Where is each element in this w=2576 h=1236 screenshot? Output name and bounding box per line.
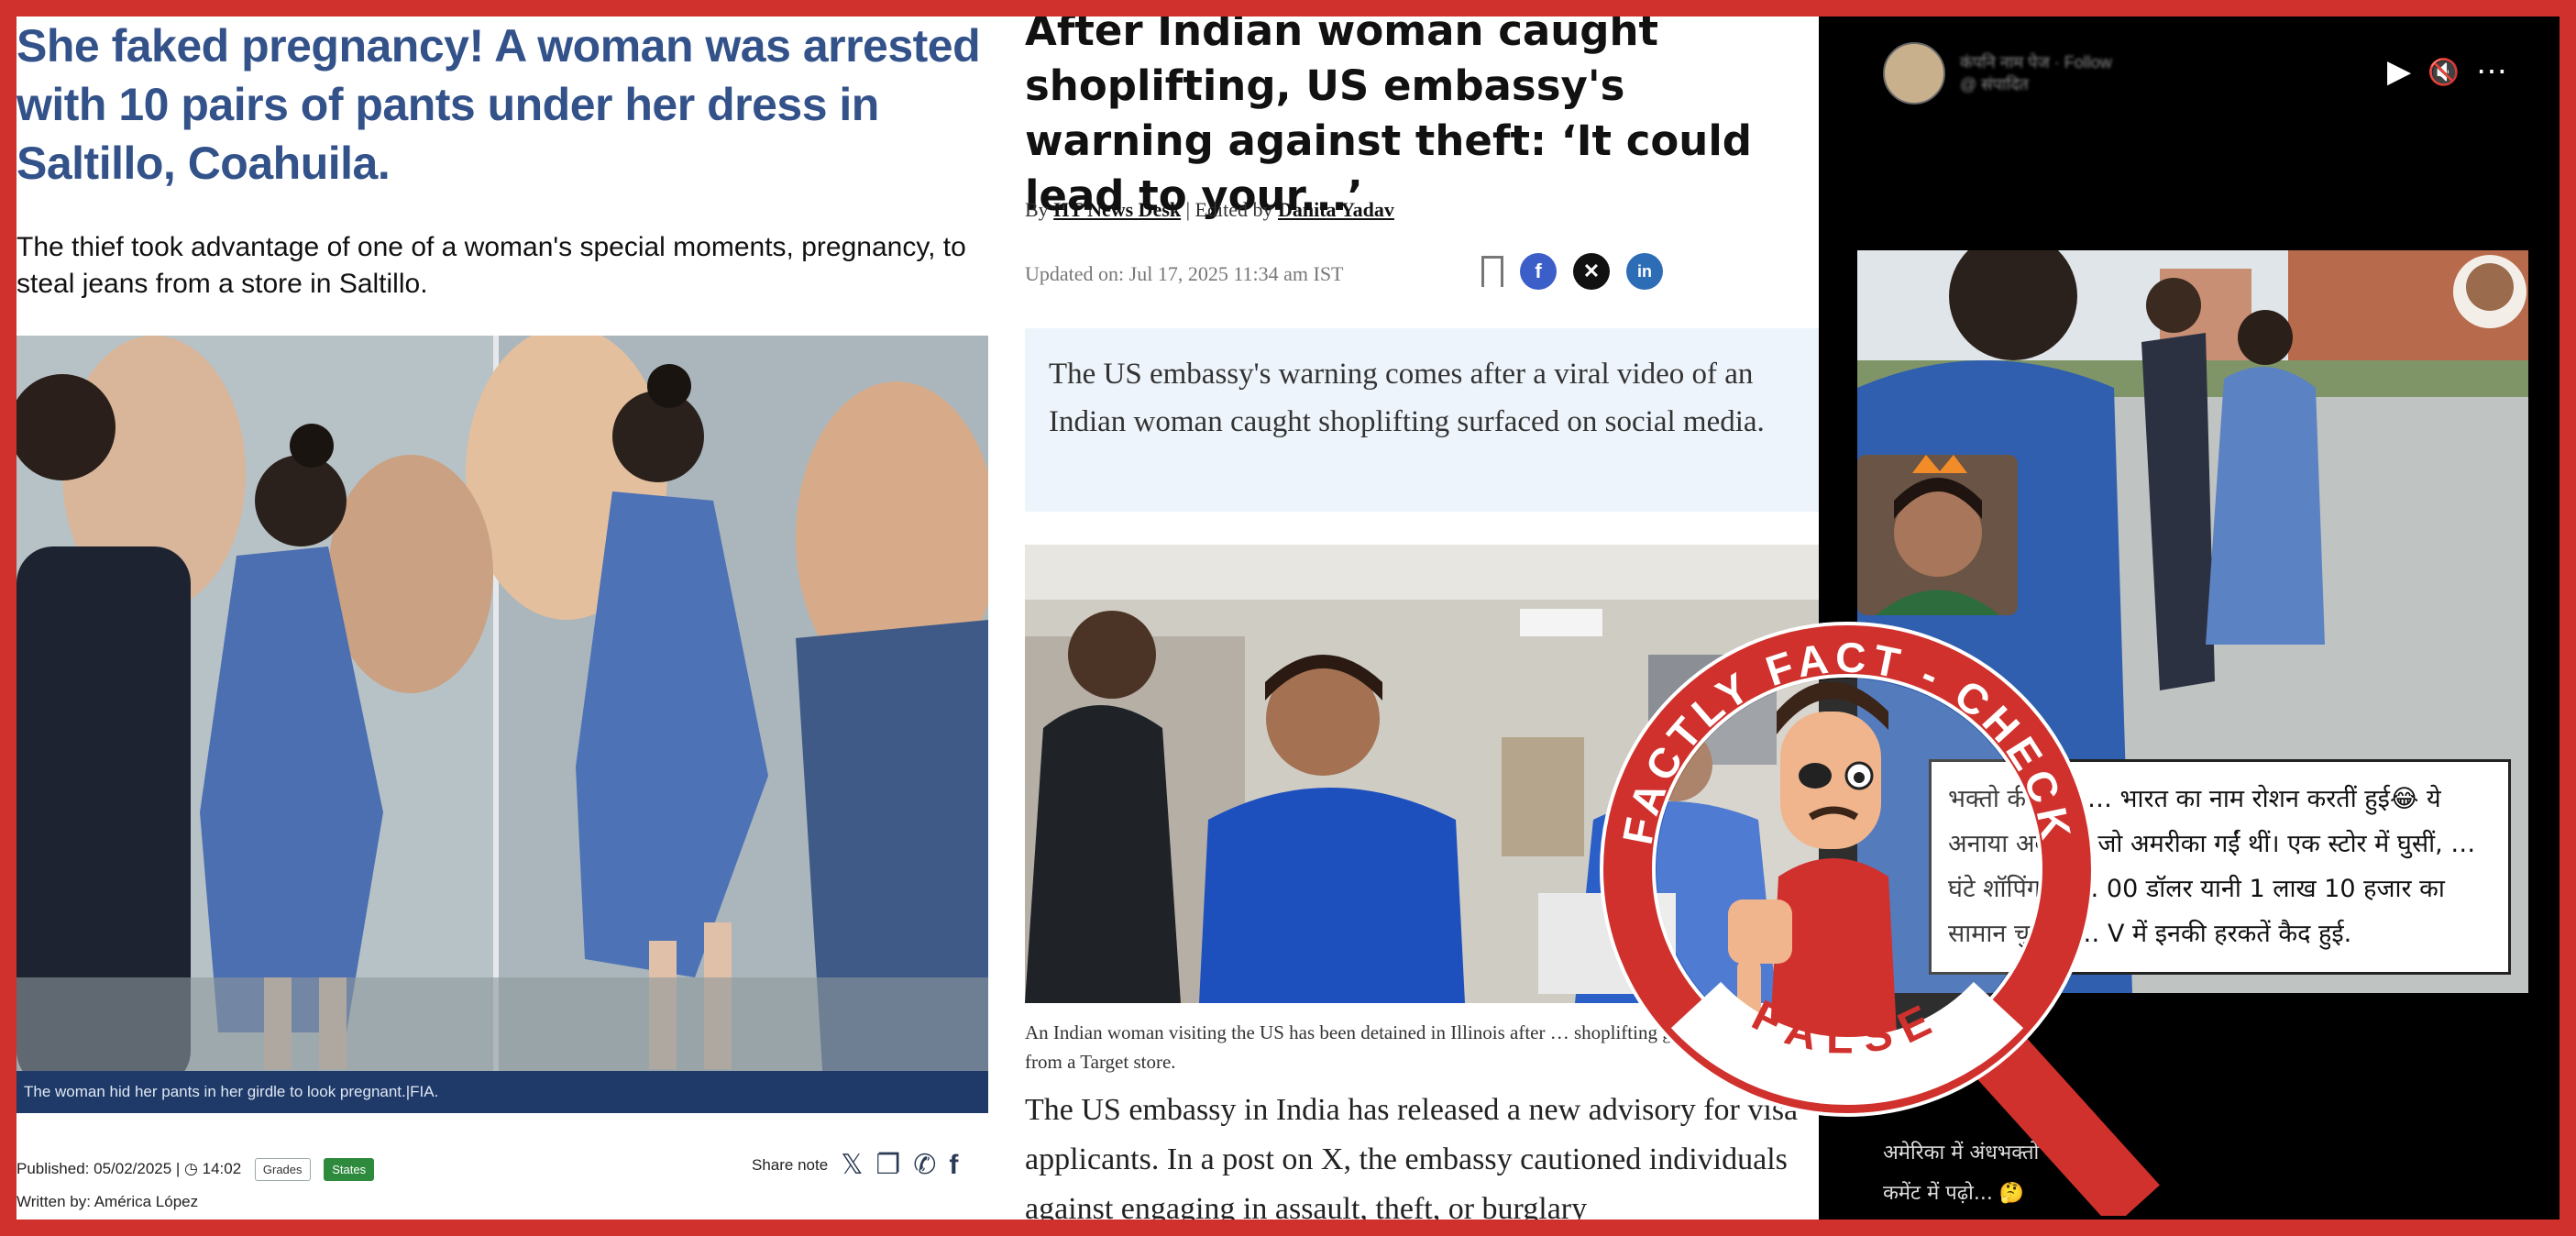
composite-frame: She faked pregnancy! A woman was arreste… — [17, 17, 2559, 1219]
article-panel-1: She faked pregnancy! A woman was arreste… — [17, 17, 1007, 1219]
publish-date: Published: 05/02/2025 | ◷ 14:02 — [17, 1159, 242, 1177]
linkedin-icon[interactable]: in — [1626, 253, 1663, 290]
summary-box: The US embassy's warning comes after a v… — [1025, 328, 1832, 512]
facebook-icon[interactable]: f — [949, 1152, 958, 1179]
store-photo — [17, 336, 988, 1083]
editor-link[interactable]: Danita Yadav — [1278, 198, 1394, 221]
play-icon[interactable]: ▶ — [2387, 53, 2411, 90]
headline[interactable]: She faked pregnancy! A woman was arreste… — [17, 17, 988, 193]
author-line: Written by: América López — [17, 1193, 199, 1210]
share-label: Share note — [752, 1156, 829, 1174]
video-controls: ▶ 🔇 ⋯ — [2387, 53, 2507, 90]
x-icon[interactable]: 𝕏 — [841, 1152, 863, 1179]
x-icon[interactable]: ✕ — [1573, 253, 1610, 290]
facebook-icon[interactable]: f — [1520, 253, 1557, 290]
mute-icon[interactable]: 🔇 — [2427, 57, 2460, 87]
updated-timestamp: Updated on: Jul 17, 2025 11:34 am IST — [1025, 262, 1344, 285]
headline[interactable]: After Indian woman caught shoplifting, U… — [1025, 17, 1822, 224]
by-prefix: By — [1025, 198, 1049, 221]
byline: By HT News Desk | Edited by Danita Yadav — [1025, 198, 1394, 222]
more-icon[interactable]: ⋯ — [2476, 53, 2507, 90]
page-name[interactable]: कंपनि नाम पेज · Follow — [1960, 51, 2112, 73]
author-link[interactable]: HT News Desk — [1053, 198, 1181, 221]
share-bar: Share note 𝕏 ❐ ✆ f — [752, 1152, 958, 1179]
edited-prefix: | Edited by — [1185, 198, 1273, 221]
publish-info: Published: 05/02/2025 | ◷ 14:02 Grades S… — [17, 1158, 375, 1181]
tag-states[interactable]: States — [324, 1158, 375, 1181]
photo-caption: The woman hid her pants in her girdle to… — [17, 1071, 988, 1113]
bookmark-icon[interactable] — [1481, 256, 1503, 287]
fact-check-stamp: FACTLY FACT - CHECK FALSE — [1568, 574, 2163, 1219]
copy-icon[interactable]: ❐ — [875, 1152, 900, 1179]
post-header: कंपनि नाम पेज · Follow @ संपादित — [1883, 42, 2112, 105]
share-icons: f ✕ in — [1481, 253, 1663, 290]
tag-grades[interactable]: Grades — [254, 1158, 311, 1181]
article-subtitle: The thief took advantage of one of a wom… — [17, 232, 966, 299]
summary-text: The US embassy's warning comes after a v… — [1049, 358, 1765, 438]
whatsapp-icon[interactable]: ✆ — [913, 1152, 936, 1179]
page-sub: @ संपादित — [1960, 75, 2029, 94]
avatar[interactable] — [1883, 42, 1945, 105]
